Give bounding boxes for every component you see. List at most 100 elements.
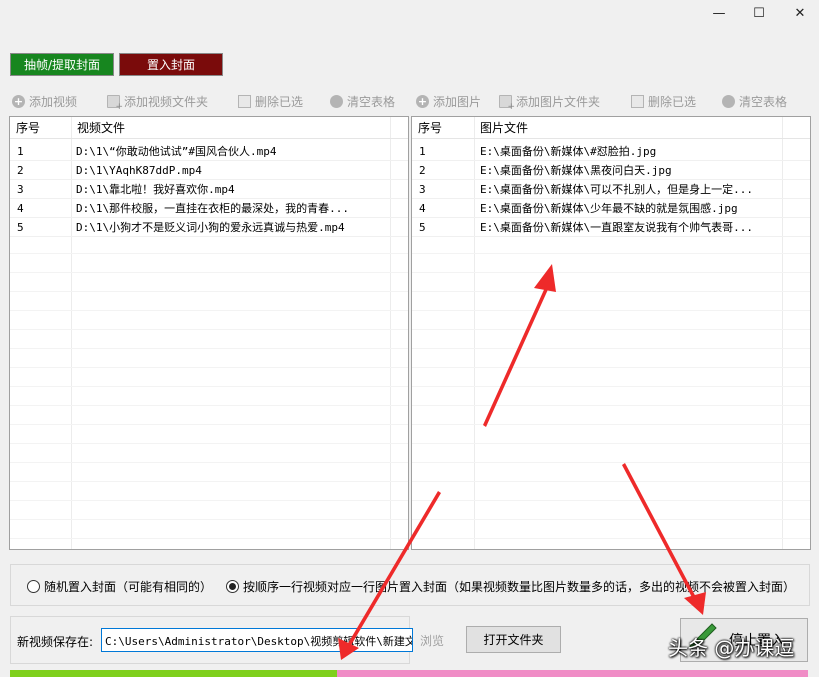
empty-row-line	[412, 443, 810, 444]
empty-row-line	[10, 348, 408, 349]
empty-row-line	[10, 538, 408, 539]
empty-row-line	[10, 481, 408, 482]
column-header-file[interactable]: 视频文件	[71, 117, 125, 139]
empty-row-line	[10, 500, 408, 501]
table-row[interactable]: 5 E:\桌面备份\新媒体\一直跟室友说我有个帅气表哥...	[412, 218, 810, 237]
empty-row-line	[10, 386, 408, 387]
table-row[interactable]: 4 D:\1\那件校服，一直挂在衣柜的最深处，我的青春...	[10, 199, 408, 218]
minimize-icon: —	[712, 5, 726, 21]
row-index: 3	[419, 183, 426, 196]
row-file: D:\1\靠北啦！我好喜欢你.mp4	[76, 183, 235, 196]
maximize-icon: ☐	[753, 5, 765, 21]
maximize-button[interactable]: ☐	[740, 0, 778, 26]
clear-icon	[330, 94, 343, 108]
save-path-label: 新视频保存在:	[17, 635, 94, 649]
empty-row-line	[412, 367, 810, 368]
table-row[interactable]: 2 E:\桌面备份\新媒体\黑夜问白天.jpg	[412, 161, 810, 180]
empty-row-line	[412, 310, 810, 311]
column-header-file[interactable]: 图片文件	[474, 117, 528, 139]
row-index: 3	[17, 183, 24, 196]
add-image-label: 添加图片	[433, 94, 482, 109]
folder-add-icon	[499, 94, 515, 112]
empty-row-line	[10, 310, 408, 311]
tab-extract-cover[interactable]: 抽帧/提取封面	[10, 53, 114, 76]
empty-row-line	[412, 462, 810, 463]
table-row[interactable]: 4 E:\桌面备份\新媒体\少年最不缺的就是氛围感.jpg	[412, 199, 810, 218]
delete-list-icon	[238, 94, 251, 108]
clear-video-table-label: 清空表格	[347, 94, 396, 109]
row-index: 4	[17, 202, 24, 215]
empty-row-line	[10, 405, 408, 406]
add-video-button[interactable]: + 添加视频	[8, 90, 82, 112]
empty-row-line	[412, 481, 810, 482]
add-video-label: 添加视频	[29, 94, 78, 109]
open-folder-button[interactable]: 打开文件夹	[466, 626, 561, 653]
row-index: 5	[419, 221, 426, 234]
row-file: E:\桌面备份\新媒体\少年最不缺的就是氛围感.jpg	[480, 202, 738, 215]
row-index: 4	[419, 202, 426, 215]
empty-row-line	[412, 405, 810, 406]
table-row[interactable]: 3 D:\1\靠北啦！我好喜欢你.mp4	[10, 180, 408, 199]
add-image-folder-label: 添加图片文件夹	[516, 94, 601, 109]
close-button[interactable]: ✕	[781, 0, 819, 26]
folder-add-icon	[107, 94, 123, 112]
random-cover-label[interactable]: 随机置入封面（可能有相同的）	[44, 578, 212, 595]
progress-fill	[10, 670, 338, 677]
clear-image-table-button[interactable]: 清空表格	[718, 90, 792, 112]
empty-row-line	[412, 291, 810, 292]
clear-icon	[722, 94, 735, 108]
video-table[interactable]: 序号 视频文件 1 D:\1\“你敢动他试试”#国风合伙人.mp4 2 D:\1\YA…	[9, 116, 409, 550]
tab-insert-cover[interactable]: 置入封面	[119, 53, 223, 76]
sequential-cover-label[interactable]: 按顺序一行视频对应一行图片置入封面（如果视频数量比图片数量多的话，多出的视频不会…	[243, 578, 795, 595]
row-file: E:\桌面备份\新媒体\黑夜问白天.jpg	[480, 164, 672, 177]
image-table[interactable]: 序号 图片文件 1 E:\桌面备份\新媒体\#怼脸拍.jpg 2 E:\桌面备份\新媒…	[411, 116, 811, 550]
empty-row-line	[412, 538, 810, 539]
empty-row-line	[412, 500, 810, 501]
add-video-folder-button[interactable]: 添加视频文件夹	[103, 90, 213, 112]
table-header: 序号 视频文件	[10, 117, 408, 139]
row-index: 5	[17, 221, 24, 234]
add-image-button[interactable]: + 添加图片	[412, 90, 486, 112]
table-row[interactable]: 3 E:\桌面备份\新媒体\可以不扎别人，但是身上一定...	[412, 180, 810, 199]
empty-row-line	[10, 272, 408, 273]
empty-row-line	[412, 253, 810, 254]
minimize-button[interactable]: —	[700, 0, 738, 26]
empty-row-line	[10, 443, 408, 444]
add-video-folder-label: 添加视频文件夹	[124, 94, 209, 109]
empty-row-line	[10, 424, 408, 425]
delete-selected-video-button[interactable]: 删除已选	[234, 90, 308, 112]
column-header-index[interactable]: 序号	[10, 117, 40, 139]
empty-row-line	[412, 348, 810, 349]
empty-row-line	[10, 519, 408, 520]
save-path-input[interactable]: C:\Users\Administrator\Desktop\视频剪辑软件\新建…	[101, 628, 413, 652]
empty-row-line	[412, 386, 810, 387]
table-row[interactable]: 2 D:\1\YAqhK87ddP.mp4	[10, 161, 408, 180]
watermark-text: 头条 @办课逗	[668, 636, 795, 660]
row-index: 2	[17, 164, 24, 177]
table-row[interactable]: 1 E:\桌面备份\新媒体\#怼脸拍.jpg	[412, 142, 810, 161]
empty-row-line	[10, 462, 408, 463]
add-image-folder-button[interactable]: 添加图片文件夹	[495, 90, 605, 112]
clear-image-table-label: 清空表格	[739, 94, 788, 109]
empty-row-line	[412, 272, 810, 273]
delete-selected-image-button[interactable]: 删除已选	[627, 90, 701, 112]
table-row[interactable]: 5 D:\1\小狗才不是贬义词小狗的爱永远真诚与热爱.mp4	[10, 218, 408, 237]
plus-icon: +	[416, 94, 429, 108]
plus-icon: +	[12, 94, 25, 108]
delete-selected-video-label: 删除已选	[255, 94, 304, 109]
row-index: 1	[17, 145, 24, 158]
row-file: D:\1\YAqhK87ddP.mp4	[76, 164, 202, 177]
column-header-index[interactable]: 序号	[412, 117, 442, 139]
close-icon: ✕	[794, 5, 806, 21]
cover-mode-options: 随机置入封面（可能有相同的） 按顺序一行视频对应一行图片置入封面（如果视频数量比…	[10, 564, 810, 606]
table-header: 序号 图片文件	[412, 117, 810, 139]
table-row[interactable]: 1 D:\1\“你敢动他试试”#国风合伙人.mp4	[10, 142, 408, 161]
browse-button[interactable]: 浏览	[420, 632, 444, 649]
row-file: E:\桌面备份\新媒体\可以不扎别人，但是身上一定...	[480, 183, 753, 196]
sequential-cover-radio[interactable]	[226, 580, 239, 593]
random-cover-radio[interactable]	[27, 580, 40, 593]
progress-bar	[10, 670, 808, 677]
empty-row-line	[412, 519, 810, 520]
clear-video-table-button[interactable]: 清空表格	[326, 90, 400, 112]
row-file: E:\桌面备份\新媒体\一直跟室友说我有个帅气表哥...	[480, 221, 753, 234]
